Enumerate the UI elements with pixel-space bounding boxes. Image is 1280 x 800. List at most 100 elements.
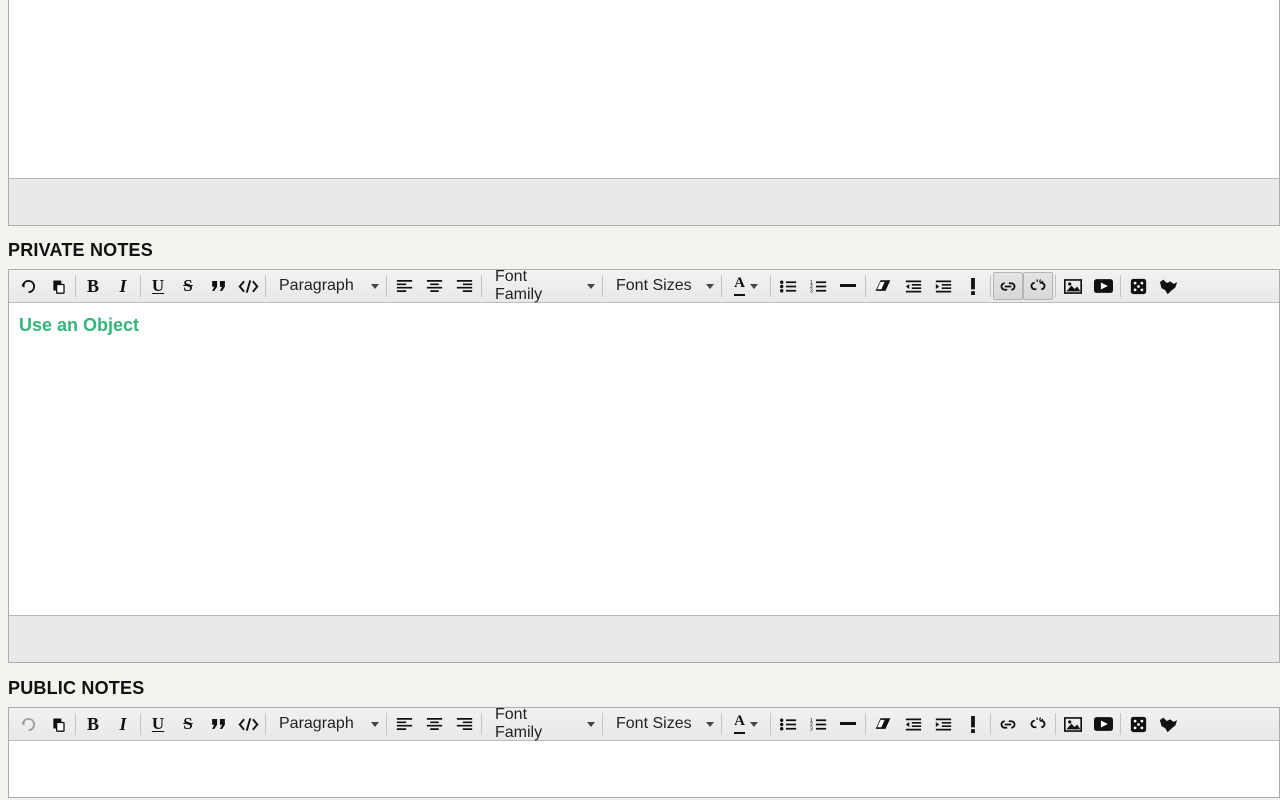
indent-icon xyxy=(935,717,952,732)
chevron-down-icon xyxy=(706,722,714,727)
align-left-icon xyxy=(396,717,413,731)
outdent-icon xyxy=(905,279,922,294)
indent-button[interactable] xyxy=(928,272,958,300)
paragraph-dropdown[interactable]: Paragraph xyxy=(268,710,384,738)
paste-button[interactable] xyxy=(43,272,73,300)
bullet-list-button[interactable] xyxy=(773,710,803,738)
font-sizes-dropdown-label: Font Sizes xyxy=(616,715,692,733)
align-right-icon xyxy=(456,717,473,731)
font-sizes-dropdown-label: Font Sizes xyxy=(616,277,692,295)
underline-button[interactable]: U xyxy=(143,272,173,300)
image-button[interactable] xyxy=(1058,710,1088,738)
bold-button[interactable]: B xyxy=(78,272,108,300)
important-button[interactable] xyxy=(958,710,988,738)
align-left-button[interactable] xyxy=(389,710,419,738)
text-color-button[interactable]: A xyxy=(724,710,768,738)
text-color-button[interactable]: A xyxy=(724,272,768,300)
public-notes-label: PUBLIC NOTES xyxy=(8,678,144,699)
code-icon xyxy=(238,717,259,732)
bold-button[interactable]: B xyxy=(78,710,108,738)
wolf-button[interactable] xyxy=(1153,710,1183,738)
eraser-icon xyxy=(874,279,892,293)
paste-icon xyxy=(50,716,66,733)
paragraph-dropdown-label: Paragraph xyxy=(279,715,354,733)
blockquote-button[interactable] xyxy=(203,710,233,738)
hr-icon xyxy=(840,284,856,288)
align-left-icon xyxy=(396,279,413,293)
align-right-button[interactable] xyxy=(449,710,479,738)
undo-icon xyxy=(20,716,37,733)
undo-icon xyxy=(20,278,37,295)
dice-icon xyxy=(1130,278,1147,295)
undo-button[interactable] xyxy=(13,272,43,300)
align-right-button[interactable] xyxy=(449,272,479,300)
font-sizes-dropdown[interactable]: Font Sizes xyxy=(605,710,719,738)
svg-text:3: 3 xyxy=(810,288,813,294)
chevron-down-icon xyxy=(371,284,379,289)
align-center-button[interactable] xyxy=(419,272,449,300)
video-icon xyxy=(1094,717,1113,731)
code-button[interactable] xyxy=(233,710,263,738)
image-icon xyxy=(1064,717,1082,732)
code-button[interactable] xyxy=(233,272,263,300)
indent-button[interactable] xyxy=(928,710,958,738)
font-family-dropdown[interactable]: Font Family xyxy=(484,710,600,738)
underline-icon: U xyxy=(152,714,164,734)
link-button[interactable] xyxy=(993,710,1023,738)
horizontal-rule-button[interactable] xyxy=(833,710,863,738)
private-editor-content-area[interactable]: Use an Object xyxy=(9,303,1279,616)
align-left-button[interactable] xyxy=(389,272,419,300)
unlink-button[interactable] xyxy=(1023,710,1053,738)
important-button[interactable] xyxy=(958,272,988,300)
bullet-list-button[interactable] xyxy=(773,272,803,300)
strikethrough-button[interactable]: S xyxy=(173,710,203,738)
public-editor-content-area[interactable] xyxy=(9,741,1279,797)
private-notes-label: PRIVATE NOTES xyxy=(8,240,153,261)
paragraph-dropdown[interactable]: Paragraph xyxy=(268,272,384,300)
video-icon xyxy=(1094,279,1113,293)
italic-button[interactable]: I xyxy=(108,272,138,300)
chevron-down-icon xyxy=(587,722,595,727)
dice-button[interactable] xyxy=(1123,272,1153,300)
bold-icon: B xyxy=(87,714,99,735)
numbered-list-button[interactable]: 123 xyxy=(803,272,833,300)
outdent-icon xyxy=(905,717,922,732)
image-icon xyxy=(1064,279,1082,294)
video-button[interactable] xyxy=(1088,272,1118,300)
italic-button[interactable]: I xyxy=(108,710,138,738)
video-button[interactable] xyxy=(1088,710,1118,738)
wolf-button[interactable] xyxy=(1153,272,1183,300)
clear-formatting-button[interactable] xyxy=(868,710,898,738)
text-color-icon: A xyxy=(734,714,745,734)
align-right-icon xyxy=(456,279,473,293)
align-center-icon xyxy=(426,717,443,731)
font-family-dropdown[interactable]: Font Family xyxy=(484,272,600,300)
code-icon xyxy=(238,279,259,294)
unlink-icon xyxy=(1029,716,1047,732)
underline-icon: U xyxy=(152,276,164,296)
unlink-button[interactable] xyxy=(1023,272,1053,300)
outdent-button[interactable] xyxy=(898,272,928,300)
important-icon xyxy=(969,278,977,295)
align-center-button[interactable] xyxy=(419,710,449,738)
outdent-button[interactable] xyxy=(898,710,928,738)
horizontal-rule-button[interactable] xyxy=(833,272,863,300)
strikethrough-button[interactable]: S xyxy=(173,272,203,300)
paste-button[interactable] xyxy=(43,710,73,738)
strikethrough-icon: S xyxy=(183,714,192,734)
clear-formatting-button[interactable] xyxy=(868,272,898,300)
blockquote-button[interactable] xyxy=(203,272,233,300)
underline-button[interactable]: U xyxy=(143,710,173,738)
top-editor-frame xyxy=(8,0,1280,226)
hr-icon xyxy=(840,722,856,726)
chevron-down-icon xyxy=(587,284,595,289)
quote-icon xyxy=(210,279,227,293)
link-button[interactable] xyxy=(993,272,1023,300)
top-editor-content-area[interactable] xyxy=(9,0,1279,179)
unlink-icon xyxy=(1029,278,1047,294)
font-sizes-dropdown[interactable]: Font Sizes xyxy=(605,272,719,300)
numbered-list-button[interactable]: 123 xyxy=(803,710,833,738)
dice-button[interactable] xyxy=(1123,710,1153,738)
private-editor-link-text[interactable]: Use an Object xyxy=(9,303,1279,336)
image-button[interactable] xyxy=(1058,272,1088,300)
